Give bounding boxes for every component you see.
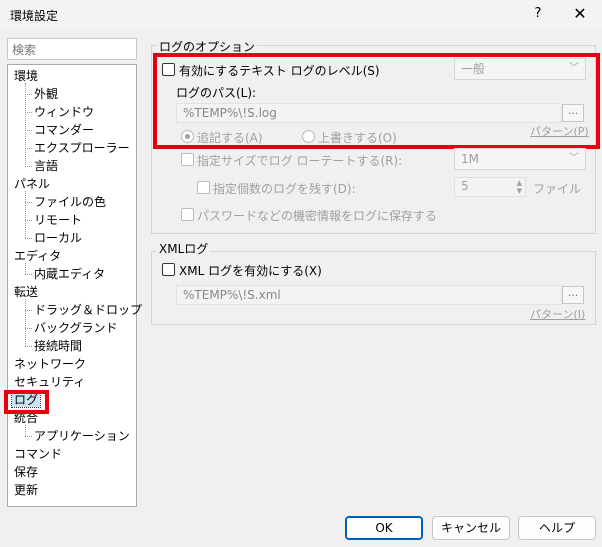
chevron-down-icon: ﹀	[569, 153, 579, 164]
tree-item-editor[interactable]: エディタ	[14, 248, 61, 265]
xml-pattern-link[interactable]: パターン(I)	[530, 306, 585, 322]
tree-item-storage[interactable]: 保存	[14, 464, 38, 481]
tree-guide	[25, 191, 26, 238]
tree-item-file-colors[interactable]: ファイルの色	[24, 194, 106, 211]
tree-item-applications[interactable]: アプリケーション	[25, 428, 130, 445]
tree-guide	[25, 83, 26, 165]
help-icon[interactable]: ?	[528, 4, 548, 24]
window-title: 環境設定	[10, 9, 59, 23]
help-button[interactable]: ヘルプ	[518, 516, 596, 540]
highlight-frame-log-options	[153, 53, 600, 149]
xml-log-label[interactable]: XML ログを有効にする(X)	[179, 262, 322, 279]
tree-item-remote[interactable]: リモート	[24, 212, 82, 229]
tree-item-drag-drop[interactable]: ドラッグ＆ドロップ	[24, 302, 142, 319]
tree-item-updates[interactable]: 更新	[14, 482, 38, 499]
tree-item-panel[interactable]: パネル	[14, 176, 50, 193]
highlight-frame-log	[4, 390, 49, 414]
sensitive-label[interactable]: パスワードなどの機密情報をログに保存する	[197, 207, 437, 224]
stepper-up-icon[interactable]: ▲	[517, 179, 522, 187]
cancel-button[interactable]: キャンセル	[432, 516, 510, 540]
xml-path-input[interactable]: %TEMP%\!S.xml	[176, 285, 562, 305]
tree-guide	[25, 299, 26, 346]
title-bar: 環境設定 ? ✕	[0, 0, 602, 30]
keep-count-label[interactable]: 指定個数のログを残す(D):	[213, 180, 356, 197]
rotate-checkbox[interactable]	[181, 153, 194, 166]
tree-item-window[interactable]: ウィンドウ	[24, 104, 94, 121]
tree-item-security[interactable]: セキュリティ	[14, 374, 85, 391]
xml-log-title: XMLログ	[157, 240, 211, 257]
tree-item-appearance[interactable]: 外観	[24, 86, 58, 103]
tree-item-commander[interactable]: コマンダー	[24, 122, 94, 139]
ok-button[interactable]: OK	[345, 516, 423, 540]
keep-count-stepper[interactable]: 5 ▲ ▼	[454, 177, 526, 197]
tree-item-language[interactable]: 言語	[24, 158, 58, 175]
xml-log-checkbox[interactable]	[162, 263, 175, 276]
rotate-size-value: 1M	[461, 152, 479, 166]
keep-unit-label: ファイル	[533, 182, 582, 196]
tree-item-environment[interactable]: 環境	[14, 68, 38, 85]
xml-path-browse-button[interactable]: ...	[562, 286, 584, 304]
settings-tree[interactable]: 環境 外観 ウィンドウ コマンダー エクスプローラー 言語 パネル ファイルの色…	[7, 64, 142, 507]
tree-item-local[interactable]: ローカル	[24, 230, 82, 247]
close-icon[interactable]: ✕	[568, 4, 592, 24]
tree-item-background[interactable]: バックグランド	[25, 320, 118, 337]
tree-item-network[interactable]: ネットワーク	[14, 356, 86, 373]
search-input[interactable]: 検索	[7, 38, 137, 60]
sensitive-checkbox[interactable]	[181, 208, 194, 221]
rotate-label[interactable]: 指定サイズでログ ローテートする(R):	[197, 152, 402, 169]
tree-item-connection-time[interactable]: 接続時間	[24, 338, 82, 355]
tree-item-transfer[interactable]: 転送	[14, 284, 38, 301]
tree-item-explorer[interactable]: エクスプローラー	[25, 140, 130, 157]
keep-count-value: 5	[461, 179, 469, 193]
rotate-size-select[interactable]: 1M ﹀	[454, 148, 586, 170]
tree-item-internal-editor[interactable]: 内蔵エディタ	[24, 266, 105, 283]
keep-count-checkbox[interactable]	[197, 181, 210, 194]
stepper-down-icon[interactable]: ▼	[517, 187, 522, 195]
tree-item-commands[interactable]: コマンド	[14, 446, 62, 463]
